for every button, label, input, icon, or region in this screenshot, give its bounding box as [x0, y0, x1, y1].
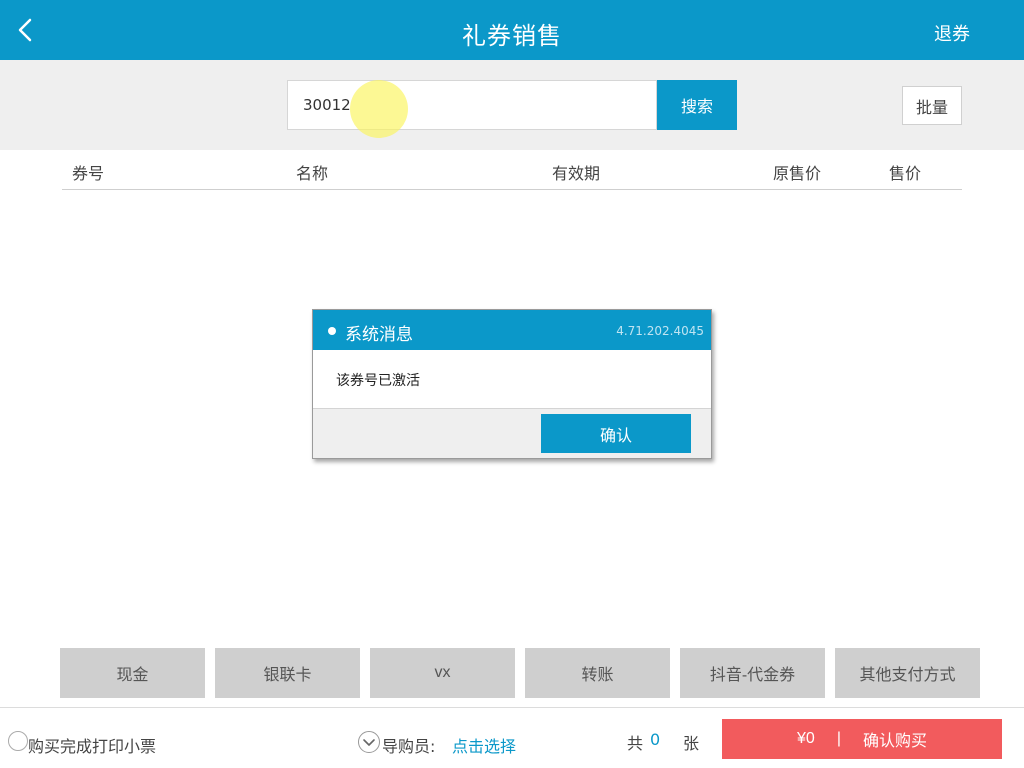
column-sale-price: 售价 — [889, 164, 922, 183]
search-button[interactable]: 搜索 — [657, 80, 737, 130]
payment-other-button[interactable]: 其他支付方式 — [835, 648, 980, 698]
column-original-price: 原售价 — [773, 164, 822, 183]
version-label: 4.71.202.4045 — [616, 324, 704, 338]
payment-unionpay-button[interactable]: 银联卡 — [215, 648, 360, 698]
dialog-message: 该券号已激活 — [336, 373, 420, 389]
header-bar: 礼券销售 退券 — [0, 0, 1024, 60]
column-coupon-number: 券号 — [72, 164, 105, 183]
purchase-separator: | — [836, 730, 841, 747]
dialog-footer: 确认 — [313, 408, 711, 458]
payment-vx-button[interactable]: vx — [370, 648, 515, 698]
confirm-purchase-button[interactable]: ¥0 | 确认购买 — [722, 719, 1002, 759]
coupon-table-header: 券号 名称 有效期 原售价 售价 — [62, 150, 962, 190]
total-suffix: 张 — [683, 734, 700, 753]
coupon-search-input[interactable] — [287, 80, 657, 130]
refund-coupon-button[interactable]: 退券 — [934, 20, 970, 46]
batch-button[interactable]: 批量 — [902, 86, 962, 125]
dialog-header: 系统消息 4.71.202.4045 — [313, 310, 711, 350]
guide-label: 导购员: — [382, 737, 436, 756]
chevron-down-icon[interactable] — [358, 731, 380, 753]
total-count: 0 — [650, 730, 661, 749]
column-validity: 有效期 — [552, 164, 601, 183]
print-receipt-label: 购买完成打印小票 — [28, 737, 157, 756]
dialog-confirm-button[interactable]: 确认 — [541, 414, 691, 453]
payment-cash-button[interactable]: 现金 — [60, 648, 205, 698]
column-name: 名称 — [296, 164, 329, 183]
payment-transfer-button[interactable]: 转账 — [525, 648, 670, 698]
search-bar: 搜索 批量 — [0, 60, 1024, 150]
system-message-dialog: 系统消息 4.71.202.4045 该券号已激活 确认 — [312, 309, 712, 459]
footer-bar: 购买完成打印小票 导购员: 点击选择 共 0 张 ¥0 | 确认购买 — [0, 707, 1024, 768]
bullet-icon — [328, 327, 336, 335]
purchase-label: 确认购买 — [862, 733, 927, 750]
total-prefix: 共 — [627, 734, 644, 753]
purchase-amount: ¥0 — [797, 730, 815, 747]
guide-select-link[interactable]: 点击选择 — [452, 733, 516, 757]
dialog-title: 系统消息 — [345, 325, 413, 345]
page-title: 礼券销售 — [462, 22, 562, 50]
print-receipt-radio[interactable] — [8, 731, 28, 751]
payment-douyin-voucher-button[interactable]: 抖音-代金券 — [680, 648, 825, 698]
